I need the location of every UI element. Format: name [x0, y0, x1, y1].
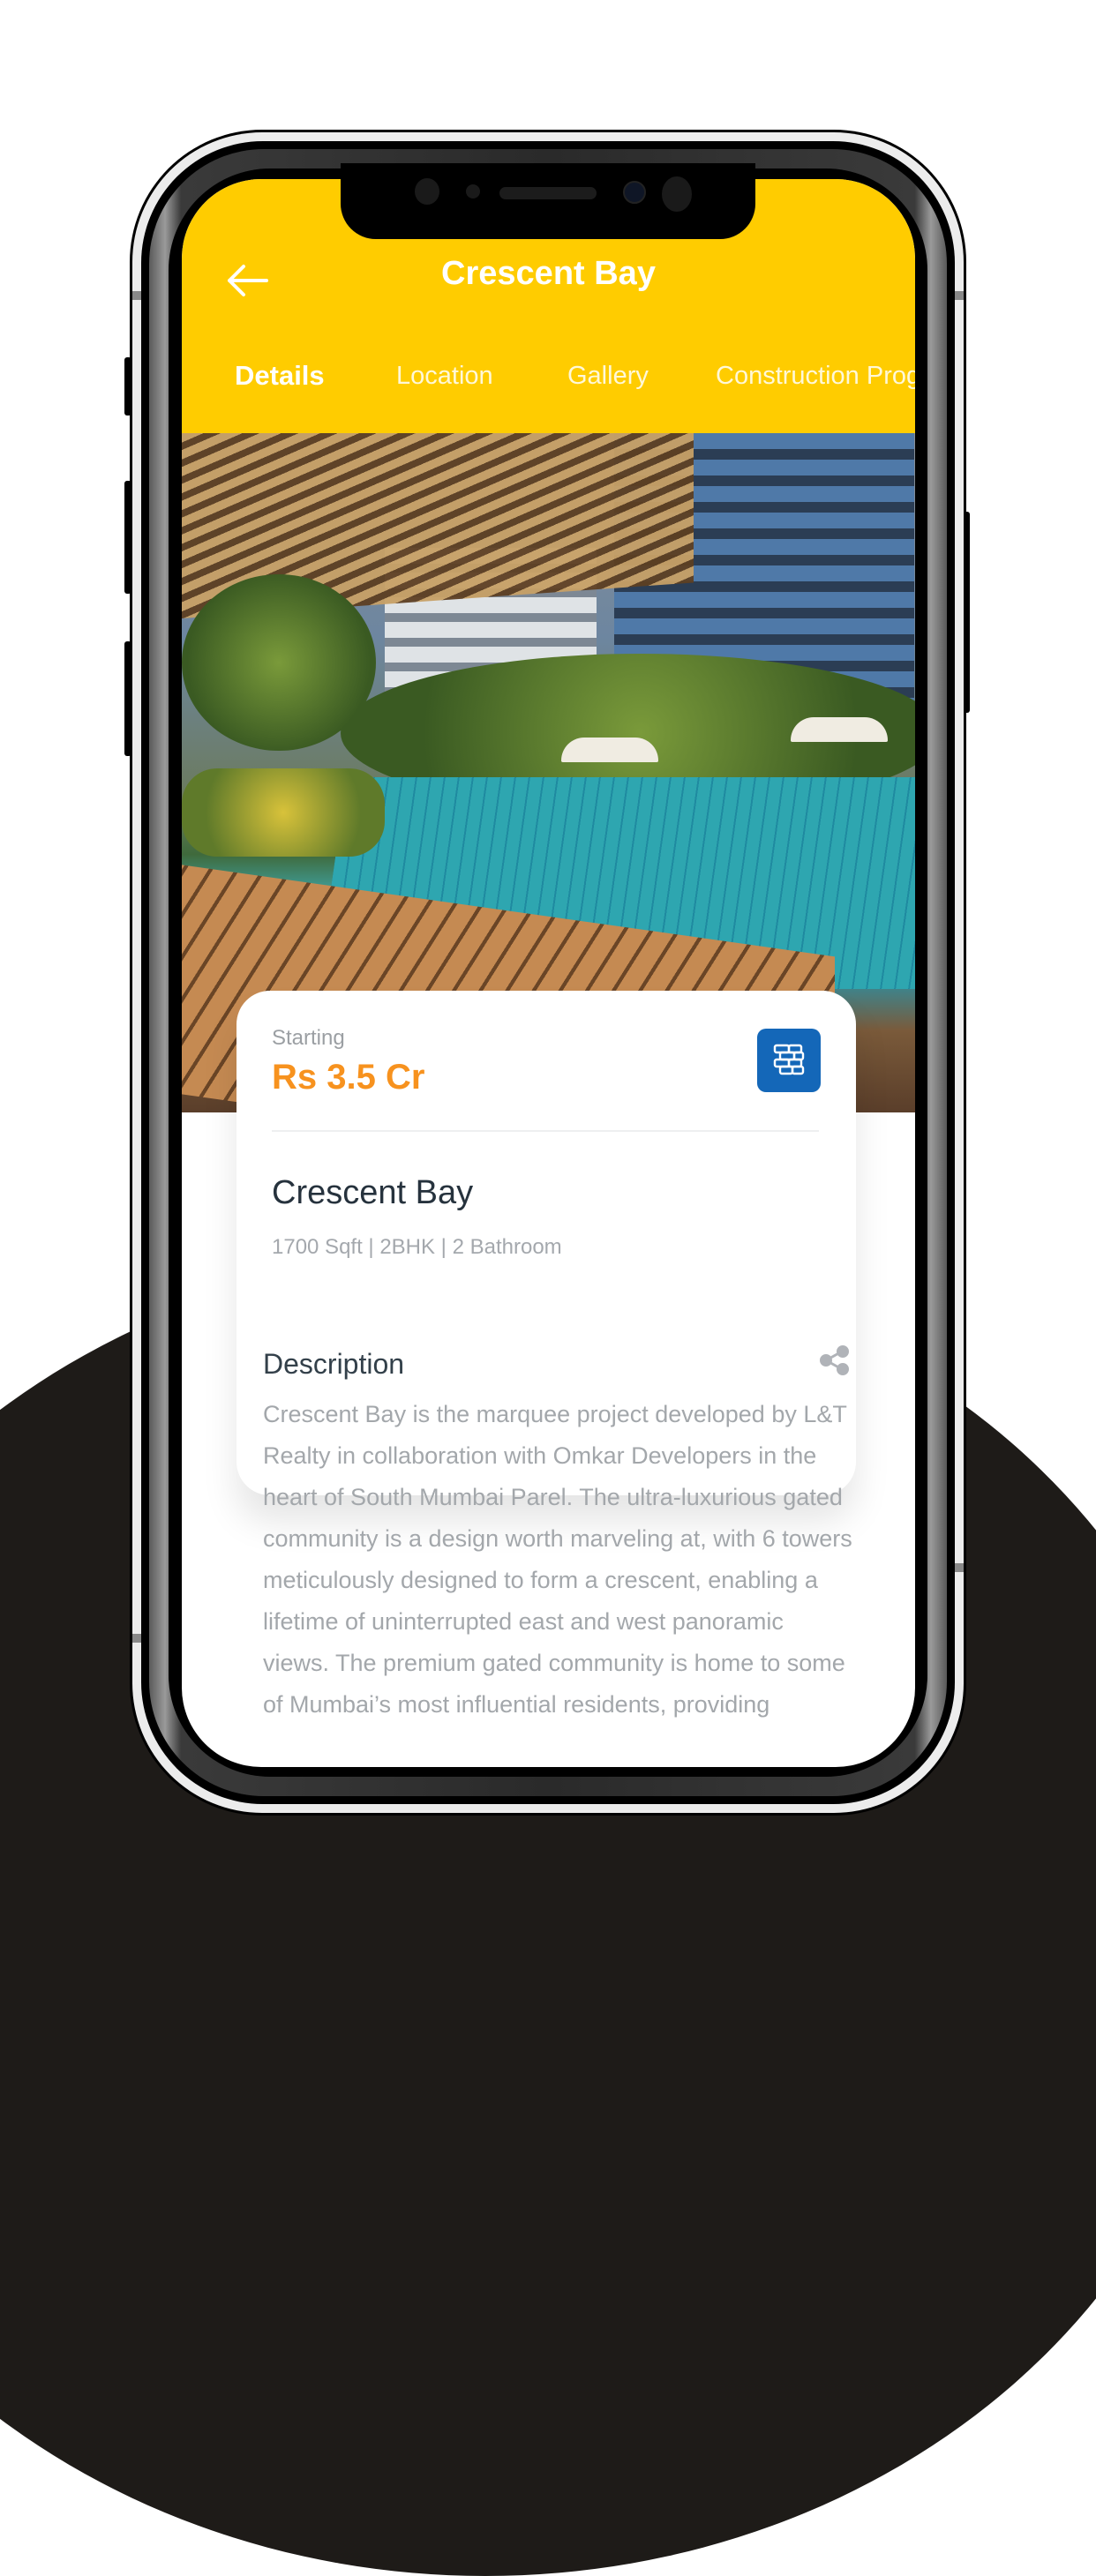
tab-details[interactable]: Details — [235, 360, 325, 392]
tab-bar: Details Location Gallery Construction Pr… — [182, 360, 915, 406]
photo-umbrella — [791, 717, 888, 742]
tab-construction-progress[interactable]: Construction Progress — [716, 362, 915, 391]
photo-bush — [182, 768, 385, 857]
antenna-band — [955, 291, 964, 300]
app-screen: Crescent Bay Details Location Gallery Co… — [182, 179, 915, 1767]
starting-label: Starting — [272, 1026, 345, 1050]
sensor — [662, 176, 692, 212]
antenna-band — [132, 291, 141, 300]
project-name: Crescent Bay — [272, 1174, 474, 1211]
share-button[interactable] — [819, 1345, 851, 1375]
sensor — [415, 178, 439, 205]
share-icon — [820, 1345, 849, 1375]
phone-notch — [341, 163, 755, 239]
description-title: Description — [263, 1348, 405, 1380]
tab-location[interactable]: Location — [396, 362, 493, 391]
price-value: Rs 3.5 Cr — [272, 1058, 425, 1097]
antenna-band — [955, 1563, 964, 1572]
photo-tree — [182, 574, 376, 751]
bricks-button[interactable] — [757, 1029, 821, 1092]
card-divider — [272, 1130, 819, 1132]
front-camera — [623, 181, 646, 204]
bricks-icon — [773, 1044, 805, 1075]
page-title: Crescent Bay — [441, 255, 656, 292]
project-specs: 1700 Sqft | 2BHK | 2 Bathroom — [272, 1235, 562, 1259]
earpiece-speaker — [499, 187, 597, 199]
tab-gallery[interactable]: Gallery — [567, 362, 649, 391]
photo-umbrella — [561, 738, 658, 762]
description-body: Crescent Bay is the marquee project deve… — [263, 1401, 852, 1718]
sensor — [466, 184, 480, 198]
antenna-band — [132, 1634, 141, 1643]
